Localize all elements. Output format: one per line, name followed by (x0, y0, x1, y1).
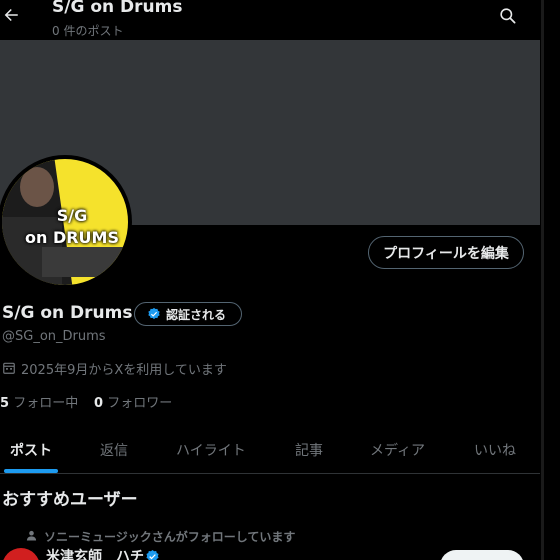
joined-date: 2025年9月からXを利用しています (21, 363, 227, 378)
active-tab-indicator (4, 469, 58, 473)
following-label: フォロー中 (13, 396, 79, 411)
tab-articles[interactable]: 記事 (295, 440, 323, 460)
profile-header: S/G on Drums 0 件のポスト (0, 0, 540, 40)
avatar-face (20, 167, 54, 207)
followers-count: 0 (94, 396, 104, 411)
search-icon[interactable] (498, 6, 517, 25)
get-verified-button[interactable]: 認証される (134, 302, 242, 326)
person-icon (26, 530, 37, 541)
verified-badge-icon (148, 307, 160, 320)
get-verified-label: 認証される (166, 308, 227, 322)
social-context: ソニーミュージックさんがフォローしています (44, 530, 296, 544)
tab-likes[interactable]: いいね (474, 440, 516, 460)
following-link[interactable]: 5 フォロー中 (0, 392, 78, 411)
followers-label: フォロワー (107, 396, 173, 411)
tab-media[interactable]: メディア (370, 440, 425, 460)
handle: @SG_on_Drums (2, 329, 106, 344)
avatar-drum (42, 247, 128, 277)
following-count: 5 (0, 396, 10, 411)
tab-posts[interactable]: ポスト (10, 440, 52, 460)
tab-replies[interactable]: 返信 (100, 440, 128, 460)
follow-button[interactable] (440, 550, 524, 560)
avatar-text-line2: on DRUMS (25, 228, 119, 247)
recommendations-title: おすすめユーザー (2, 490, 138, 510)
display-name: S/G on Drums (2, 303, 133, 323)
tab-highlights[interactable]: ハイライト (176, 440, 246, 460)
profile-tabs: ポスト 返信 ハイライト 記事 メディア いいね (0, 426, 540, 474)
verified-badge-icon (146, 549, 159, 560)
header-title: S/G on Drums (52, 0, 183, 17)
post-count: 0 件のポスト (52, 24, 124, 38)
followers-link[interactable]: 0 フォロワー (94, 392, 172, 411)
recommended-user-name[interactable]: 米津玄師 ハチ (46, 546, 144, 560)
avatar-text-line1: S/G (56, 206, 88, 225)
scrollbar-thumb[interactable] (541, 0, 544, 560)
avatar[interactable]: S/G on DRUMS (0, 155, 132, 289)
avatar-text: S/G on DRUMS (22, 205, 122, 249)
back-arrow-icon[interactable] (2, 6, 20, 24)
recommended-user-avatar[interactable] (2, 548, 40, 560)
calendar-icon (3, 362, 15, 374)
edit-profile-button[interactable]: プロフィールを編集 (368, 236, 524, 269)
